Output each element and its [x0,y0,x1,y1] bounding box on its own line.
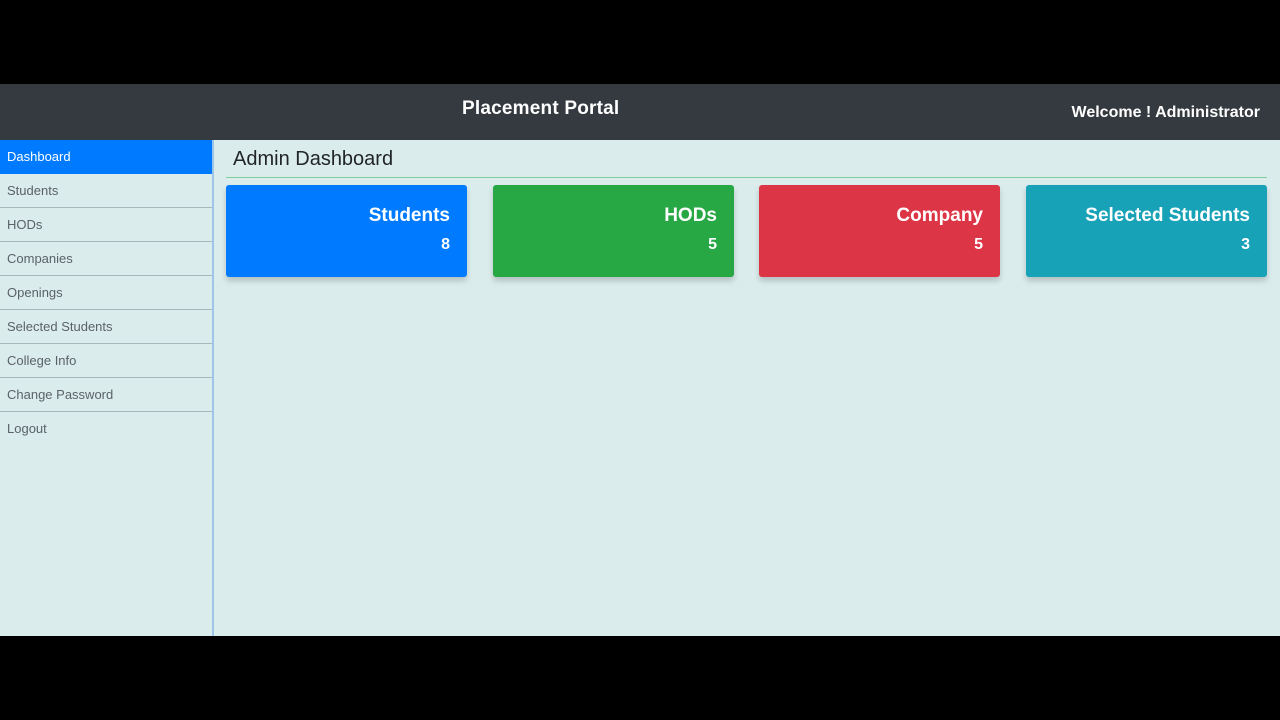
card-count: 5 [708,236,717,253]
sidebar-item-companies[interactable]: Companies [0,242,212,276]
card-count: 5 [974,236,983,253]
sidebar-item-selected-students[interactable]: Selected Students [0,310,212,344]
sidebar-item-hods[interactable]: HODs [0,208,212,242]
sidebar-item-dashboard[interactable]: Dashboard [0,140,212,174]
hods-card[interactable]: HODs 5 [493,185,734,277]
card-count: 3 [1241,236,1250,253]
card-label: Company [896,205,983,226]
title-divider [226,177,1267,178]
card-count: 8 [441,236,450,253]
sidebar-item-change-password[interactable]: Change Password [0,378,212,412]
card-label: Students [368,205,450,226]
company-card[interactable]: Company 5 [759,185,1000,277]
sidebar-item-openings[interactable]: Openings [0,276,212,310]
card-label: HODs [664,205,717,226]
main-content: Admin Dashboard Students 8 HODs 5 Compan… [214,140,1280,636]
sidebar-item-students[interactable]: Students [0,174,212,208]
welcome-message: Welcome ! Administrator [1071,104,1260,121]
sidebar-item-logout[interactable]: Logout [0,412,212,445]
app-window: Placement Portal Welcome ! Administrator… [0,84,1280,636]
sidebar-item-college-info[interactable]: College Info [0,344,212,378]
selected-students-card[interactable]: Selected Students 3 [1026,185,1267,277]
app-title[interactable]: Placement Portal [462,98,619,120]
students-card[interactable]: Students 8 [226,185,467,277]
letterbox-bottom [0,636,1280,720]
letterbox-top [0,0,1280,84]
page-title: Admin Dashboard [233,148,394,170]
card-label: Selected Students [1085,205,1250,226]
top-navbar: Placement Portal Welcome ! Administrator [0,84,1280,140]
sidebar: Dashboard Students HODs Companies Openin… [0,140,214,636]
